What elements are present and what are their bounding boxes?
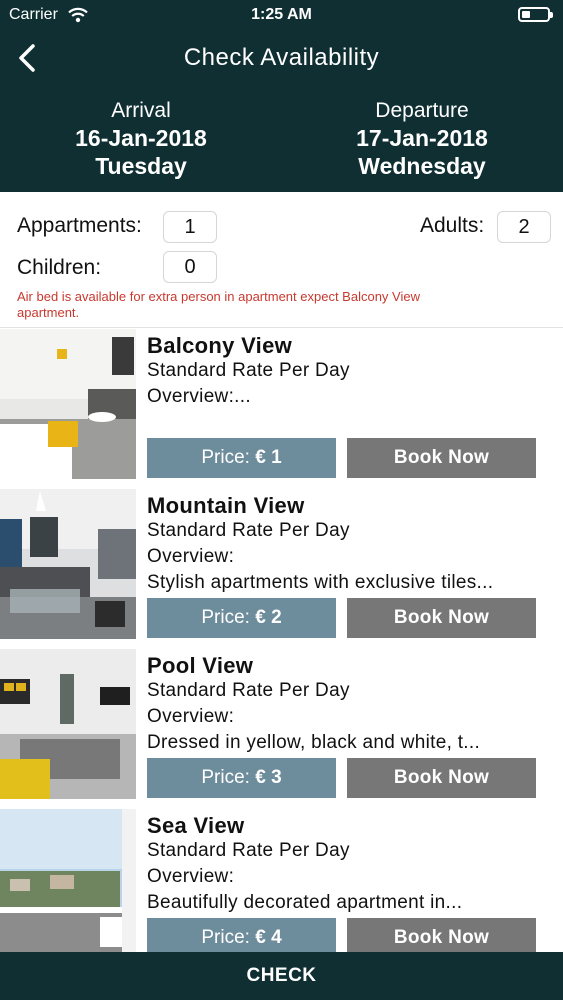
price-button[interactable]: Price: € 4: [147, 918, 336, 952]
book-now-button[interactable]: Book Now: [347, 758, 536, 798]
room-description: Beautifully decorated apartment in...: [147, 892, 463, 913]
price-value: € 1: [255, 447, 282, 468]
room-card[interactable]: Sea View Standard Rate Per Day Overview:…: [0, 809, 563, 952]
room-photo: [0, 489, 136, 639]
room-overview: Overview:: [147, 866, 235, 887]
price-label: Price:: [201, 607, 250, 628]
departure-label: Departure: [375, 99, 469, 122]
room-card[interactable]: Pool View Standard Rate Per Day Overview…: [0, 649, 563, 809]
room-rate: Standard Rate Per Day: [147, 680, 350, 701]
room-card[interactable]: Balcony View Standard Rate Per Day Overv…: [0, 329, 563, 489]
price-value: € 4: [255, 927, 282, 948]
room-rate: Standard Rate Per Day: [147, 840, 350, 861]
room-overview: Overview:...: [147, 386, 251, 407]
children-field[interactable]: 0: [163, 251, 217, 283]
arrival-date[interactable]: Arrival 16-Jan-2018 Tuesday: [21, 98, 261, 180]
arrival-date-value: 16-Jan-2018: [75, 125, 207, 151]
room-photo: [0, 329, 136, 479]
departure-weekday: Wednesday: [358, 153, 486, 179]
clock: 1:25 AM: [251, 6, 312, 23]
room-card[interactable]: Mountain View Standard Rate Per Day Over…: [0, 489, 563, 649]
arrival-weekday: Tuesday: [95, 153, 187, 179]
air-bed-note: Air bed is available for extra person in…: [17, 289, 420, 320]
book-now-button[interactable]: Book Now: [347, 438, 536, 478]
book-now-button[interactable]: Book Now: [347, 918, 536, 952]
room-photo: [0, 809, 136, 952]
apartments-label: Appartments:: [17, 214, 142, 237]
price-label: Price:: [201, 447, 250, 468]
page-title: Check Availability: [183, 44, 380, 71]
guest-selection: Appartments: 1 Adults: 2 Children: 0 Air…: [0, 192, 563, 328]
room-photo: [0, 649, 136, 799]
check-button[interactable]: CHECK: [0, 952, 563, 1000]
apartments-field[interactable]: 1: [163, 211, 217, 243]
children-label: Children:: [17, 256, 102, 279]
battery-icon: [518, 7, 553, 22]
status-bar: Carrier 1:25 AM: [0, 0, 563, 30]
room-description: Stylish apartments with exclusive tiles.…: [147, 572, 494, 593]
price-button[interactable]: Price: € 1: [147, 438, 336, 478]
room-rate: Standard Rate Per Day: [147, 520, 350, 541]
price-button[interactable]: Price: € 3: [147, 758, 336, 798]
adults-label: Adults:: [420, 214, 485, 237]
room-overview: Overview:: [147, 706, 235, 727]
book-now-button[interactable]: Book Now: [347, 598, 536, 638]
room-rate: Standard Rate Per Day: [147, 360, 350, 381]
room-list[interactable]: Balcony View Standard Rate Per Day Overv…: [0, 329, 563, 952]
arrival-label: Arrival: [111, 99, 171, 122]
price-value: € 3: [255, 767, 282, 788]
room-name: Mountain View: [147, 493, 305, 518]
room-name: Pool View: [147, 653, 254, 678]
adults-field[interactable]: 2: [497, 211, 551, 243]
price-value: € 2: [255, 607, 282, 628]
room-overview: Overview:: [147, 546, 235, 567]
departure-date-value: 17-Jan-2018: [356, 125, 488, 151]
price-button[interactable]: Price: € 2: [147, 598, 336, 638]
departure-date[interactable]: Departure 17-Jan-2018 Wednesday: [302, 98, 542, 180]
header: Carrier 1:25 AM Check Availability Arriv…: [0, 0, 563, 192]
price-label: Price:: [201, 927, 250, 948]
room-description: Dressed in yellow, black and white, t...: [147, 732, 481, 753]
room-name: Sea View: [147, 813, 245, 838]
room-name: Balcony View: [147, 333, 293, 358]
price-label: Price:: [201, 767, 250, 788]
